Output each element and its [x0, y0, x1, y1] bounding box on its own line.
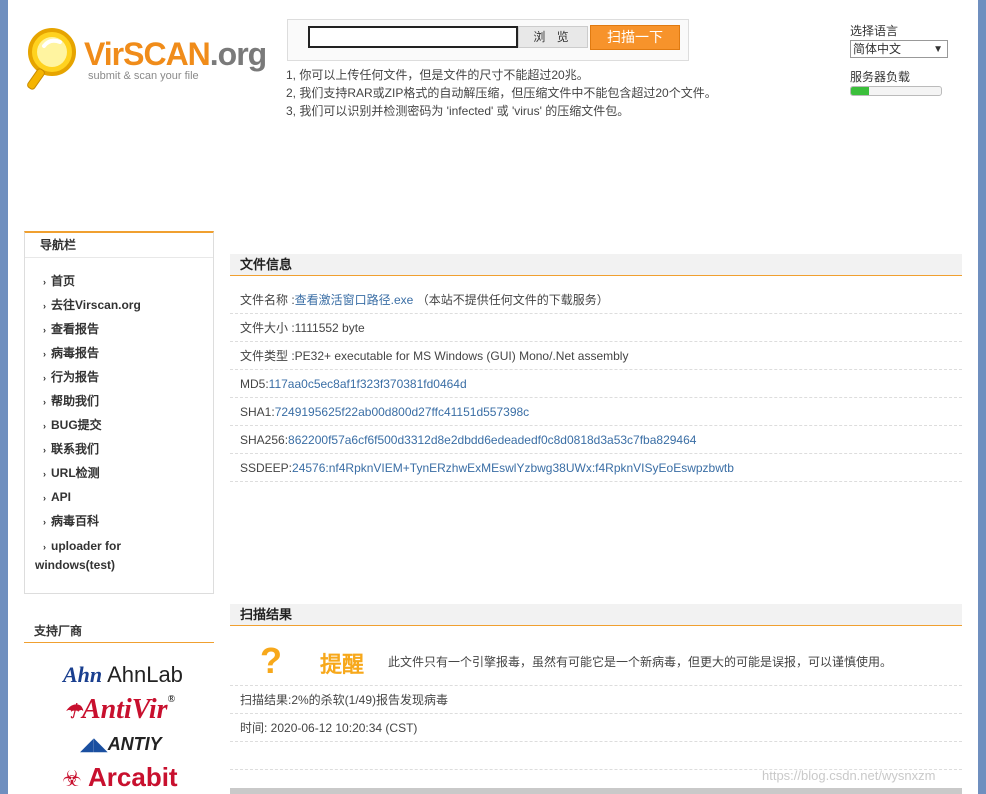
- md5-link[interactable]: 117aa0c5ec8af1f323f370381fd0464d: [269, 377, 467, 391]
- bullet-icon: ›: [43, 277, 46, 287]
- bullet-icon: ›: [43, 397, 46, 407]
- bullet-icon: ›: [43, 373, 46, 383]
- upload-form: 浏 览 扫描一下: [287, 19, 689, 61]
- scan-summary-row: 扫描结果:2%的杀软(1/49)报告发现病毒: [230, 686, 962, 714]
- bullet-icon: ›: [43, 445, 46, 455]
- nav-item-virus-report[interactable]: › 病毒报告: [43, 342, 213, 366]
- bullet-icon: ›: [43, 325, 46, 335]
- umbrella-icon: ☂: [64, 701, 82, 723]
- watermark: https://blog.csdn.net/wysnxzm: [762, 768, 936, 783]
- alert-message: 此文件只有一个引擎报毒，虽然有可能它是一个新病毒，但更大的可能是误报，可以谨慎使…: [388, 655, 893, 669]
- ahnlab-logo-icon: Ahn: [63, 662, 103, 687]
- vendor-antivir[interactable]: ☂AntiVir®: [64, 694, 175, 726]
- nav-title: 导航栏: [25, 233, 213, 258]
- server-load-fill: [851, 87, 869, 95]
- bullet-icon: ›: [43, 421, 46, 431]
- nav-item-uploader[interactable]: › uploader for windows(test): [35, 537, 213, 574]
- ssdeep-row: SSDEEP:24576:nf4RpknVIEM+TynERzhwExMEswl…: [230, 454, 962, 482]
- magnifier-icon: [27, 28, 76, 90]
- server-load-bar: [850, 86, 942, 96]
- question-icon: ?: [260, 640, 282, 681]
- nav-panel: 导航栏 › 首页 › 去往Virscan.org › 查看报告 › 病毒报告 › 行为报告…: [24, 231, 214, 594]
- upload-notes: 1, 你可以上传任何文件，但是文件的尺寸不能超过20兆。 2, 我们支持RAR或…: [286, 66, 717, 120]
- nav-item-view-report[interactable]: › 查看报告: [43, 318, 213, 342]
- nav-item-encyclopedia[interactable]: › 病毒百科: [43, 510, 213, 534]
- virscan-logo[interactable]: VirSCAN.org submit & scan your file: [26, 26, 267, 96]
- nav-item-url-check[interactable]: › URL检测: [43, 462, 213, 486]
- nav-item-help[interactable]: › 帮助我们: [43, 390, 213, 414]
- chevron-down-icon: ▼: [933, 44, 943, 55]
- language-label: 选择语言: [850, 24, 899, 38]
- vendor-arcabit[interactable]: ☣ Arcabit: [62, 762, 178, 793]
- nav-item-home[interactable]: › 首页: [43, 270, 213, 294]
- empty-row: [230, 742, 962, 770]
- logo-name: VirSCAN.org: [84, 36, 267, 72]
- vendors-title: 支持厂商: [24, 621, 214, 643]
- scan-time-row: 时间: 2020-06-12 10:20:34 (CST): [230, 714, 962, 742]
- vendor-antiy[interactable]: ◢◣ANTIY: [80, 734, 162, 755]
- bullet-icon: ›: [43, 542, 46, 552]
- bullet-icon: ›: [43, 493, 46, 503]
- bullet-icon: ›: [43, 301, 46, 311]
- sha256-link[interactable]: 862200f57a6cf6f500d3312d8e2dbdd6edeadedf…: [288, 433, 696, 447]
- sha1-link[interactable]: 7249195625f22ab00d800d27ffc41151d557398c: [275, 405, 529, 419]
- browse-button[interactable]: 浏 览: [518, 26, 588, 48]
- alert-title: 提醒: [320, 652, 365, 677]
- file-name-row: 文件名称 :查看激活窗口路径.exe （本站不提供任何文件的下载服务）: [230, 286, 962, 314]
- bullet-icon: ›: [43, 517, 46, 527]
- sha256-row: SHA256:862200f57a6cf6f500d3312d8e2dbdd6e…: [230, 426, 962, 454]
- upload-note: 2, 我们支持RAR或ZIP格式的自动解压缩，但压缩文件中不能包含超过20个文件…: [286, 86, 717, 100]
- file-size-row: 文件大小 :1111552 byte: [230, 314, 962, 342]
- file-type-row: 文件类型 :PE32+ executable for MS Windows (G…: [230, 342, 962, 370]
- nav-item-bug[interactable]: › BUG提交: [43, 414, 213, 438]
- upload-note: 1, 你可以上传任何文件，但是文件的尺寸不能超过20兆。: [286, 68, 589, 82]
- md5-row: MD5:117aa0c5ec8af1f323f370381fd0464d: [230, 370, 962, 398]
- biohazard-icon: ☣: [62, 766, 82, 791]
- file-info-heading: 文件信息: [230, 254, 962, 276]
- language-select[interactable]: 简体中文 ▼: [850, 40, 948, 58]
- server-load-label: 服务器负载: [850, 70, 911, 84]
- results-table-top: [230, 788, 962, 794]
- right-frame: [978, 0, 986, 794]
- logo-tagline: submit & scan your file: [88, 70, 199, 82]
- scan-result-heading: 扫描结果: [230, 604, 962, 626]
- bullet-icon: ›: [43, 349, 46, 359]
- nav-list: › 首页 › 去往Virscan.org › 查看报告 › 病毒报告 › 行为报告 › 帮助…: [25, 270, 213, 574]
- vendor-ahnlab[interactable]: Ahn AhnLab: [63, 662, 183, 688]
- upload-note: 3, 我们可以识别并检测密码为 'infected' 或 'virus' 的压缩…: [286, 104, 630, 118]
- scan-button[interactable]: 扫描一下: [590, 25, 680, 50]
- nav-item-behavior-report[interactable]: › 行为报告: [43, 366, 213, 390]
- ssdeep-link[interactable]: 24576:nf4RpknVIEM+TynERzhwExMEswlYzbwg38…: [292, 461, 734, 475]
- antiy-logo-icon: ◢◣: [80, 734, 108, 754]
- nav-item-api[interactable]: › API: [43, 486, 213, 510]
- nav-item-virscan[interactable]: › 去往Virscan.org: [43, 294, 213, 318]
- file-name-link[interactable]: 查看激活窗口路径.exe: [295, 293, 414, 307]
- left-frame: [0, 0, 8, 794]
- sha1-row: SHA1:7249195625f22ab00d800d27ffc41151d55…: [230, 398, 962, 426]
- language-selected: 简体中文: [853, 42, 902, 56]
- nav-item-contact[interactable]: › 联系我们: [43, 438, 213, 462]
- bullet-icon: ›: [43, 469, 46, 479]
- file-path-input[interactable]: [308, 26, 518, 48]
